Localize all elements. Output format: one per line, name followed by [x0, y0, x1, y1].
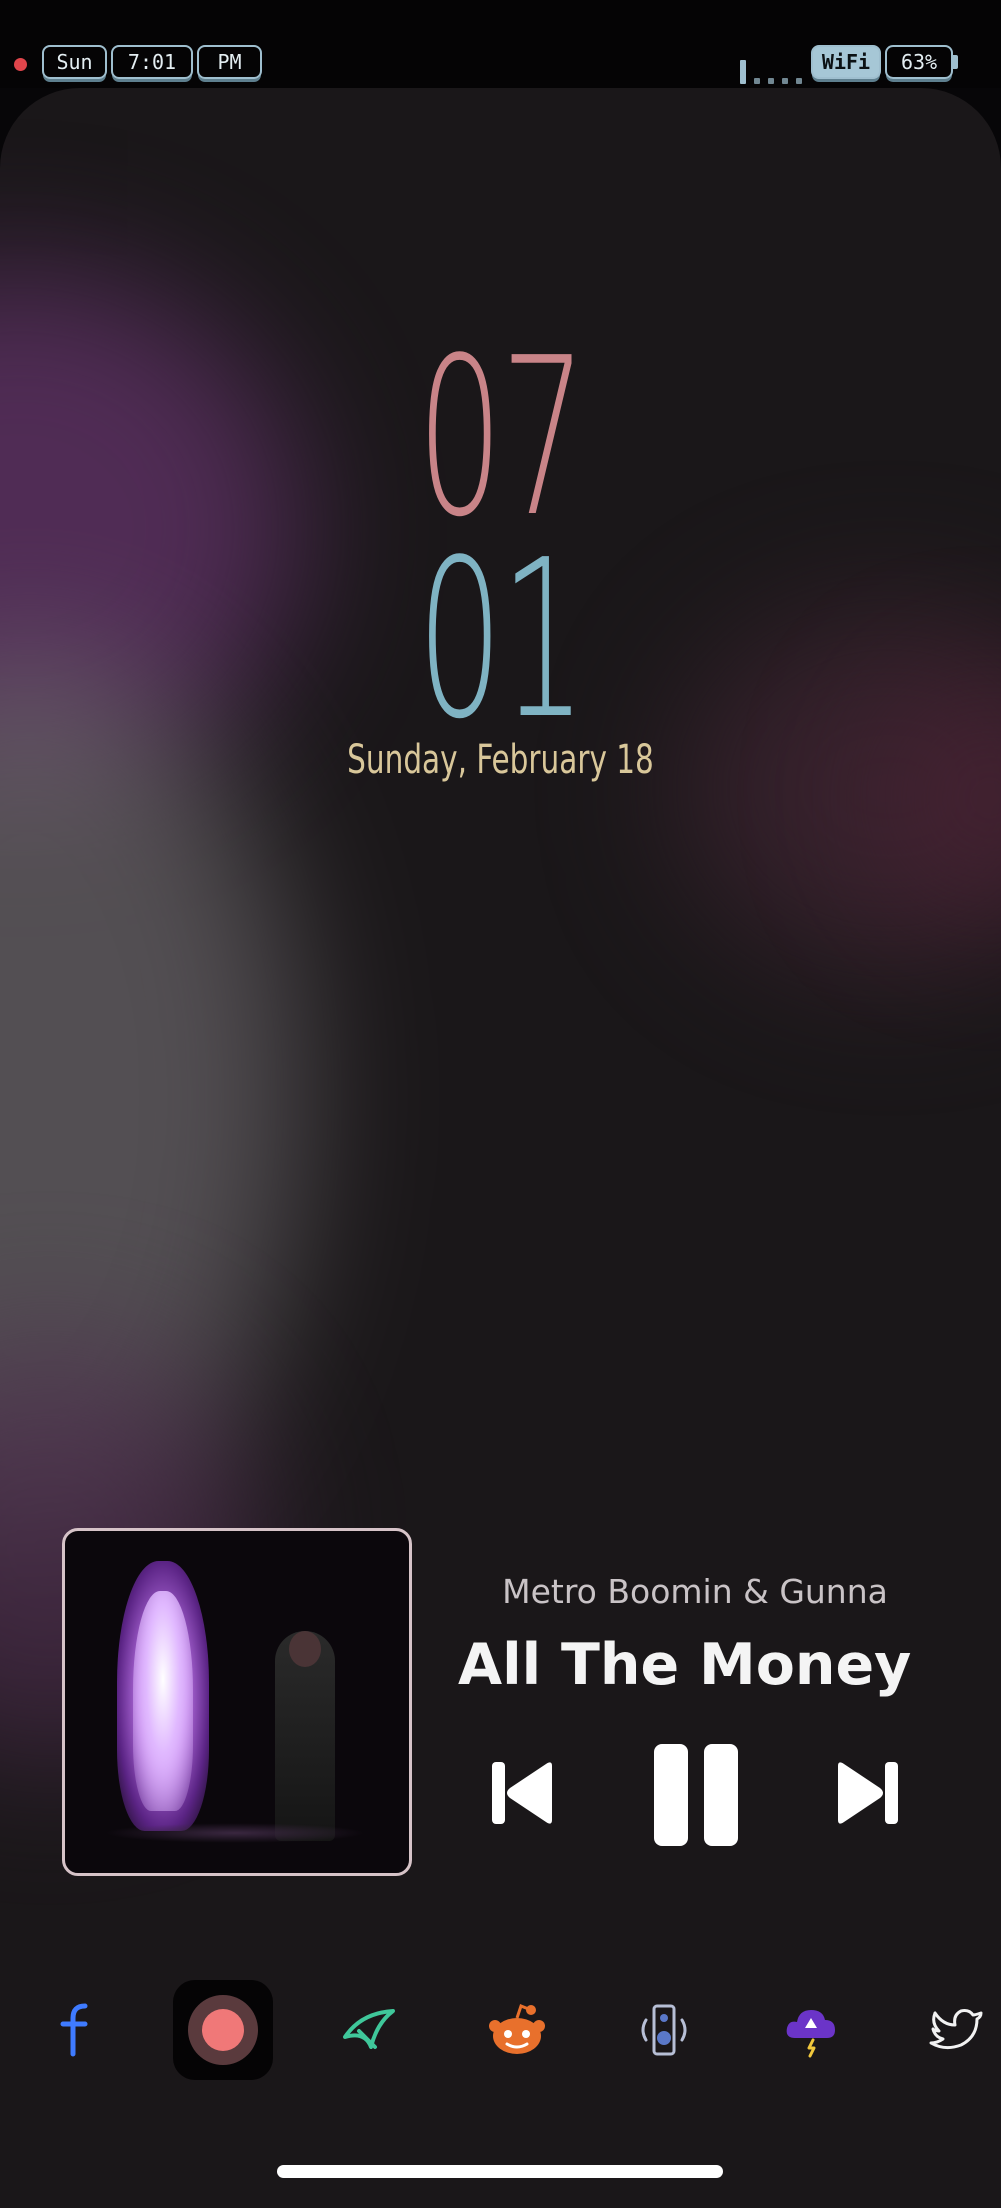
weather-icon	[786, 2010, 835, 2058]
next-track-button[interactable]	[834, 1760, 900, 1826]
robinhood-app[interactable]	[324, 1985, 414, 2075]
recording-indicator-icon	[14, 58, 27, 71]
date-label: Sunday, February 18	[347, 737, 654, 783]
cellular-signal-icon	[740, 52, 802, 84]
robinhood-icon	[343, 2009, 395, 2049]
track-title: All The Money (	[458, 1632, 936, 1698]
reddit-icon	[489, 2004, 545, 2054]
wifi-indicator: WiFi	[811, 45, 881, 79]
battery-nub-icon	[953, 55, 958, 69]
weather-app[interactable]	[766, 1985, 856, 2075]
pause-icon	[654, 1744, 738, 1846]
status-ampm: PM	[197, 45, 262, 79]
facebook-app[interactable]	[32, 1985, 122, 2075]
status-bar: Sun 7:01 PM WiFi 63%	[0, 0, 1001, 88]
clock-minute: 01	[416, 514, 587, 767]
status-time: 7:01	[111, 45, 193, 79]
facebook-icon	[60, 2003, 88, 2057]
track-artist: Metro Boomin & Gunna	[502, 1572, 888, 1611]
album-art[interactable]	[62, 1528, 412, 1876]
screen-record-button[interactable]	[188, 1995, 258, 2065]
previous-track-button[interactable]	[490, 1760, 556, 1826]
speaker-app[interactable]	[619, 1985, 709, 2075]
battery-indicator: 63%	[885, 45, 953, 79]
speaker-icon	[641, 2004, 687, 2056]
status-day: Sun	[42, 45, 107, 79]
screen-record-icon	[202, 2009, 244, 2051]
track-title-container: All The Money (	[458, 1632, 936, 1698]
skip-next-icon	[838, 1762, 898, 1824]
reddit-app[interactable]	[472, 1985, 562, 2075]
twitter-icon	[929, 2009, 983, 2050]
home-indicator[interactable]	[277, 2165, 723, 2178]
twitter-app[interactable]	[912, 1985, 1001, 2075]
skip-previous-icon	[492, 1762, 552, 1824]
pause-button[interactable]	[652, 1742, 740, 1848]
